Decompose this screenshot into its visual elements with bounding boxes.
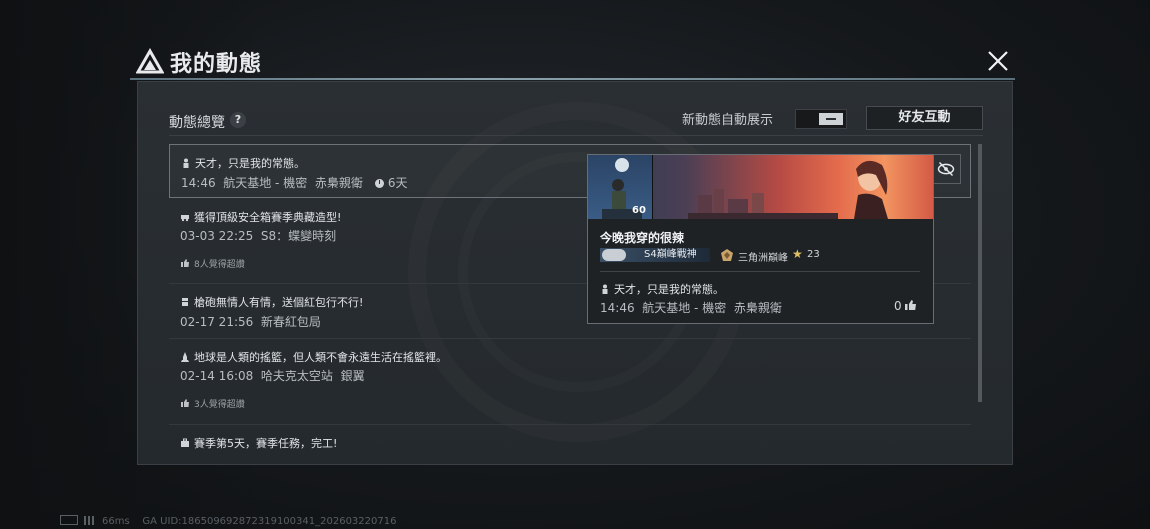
item-location: S8：蝶變時刻 (260, 229, 337, 243)
header-divider (130, 78, 1015, 80)
status-footer: 66ms GA UID:1865096928723191003​41_20260… (60, 515, 396, 527)
toggle-knob (819, 113, 843, 125)
item-time: 02-14 16:08 (180, 369, 254, 383)
like-count: 0 (894, 299, 902, 313)
city-skyline-image (688, 189, 838, 219)
card-time: 14:46 (600, 301, 635, 315)
list-item[interactable]: 賽季第5天，賽季任務，完工! (169, 426, 971, 464)
card-divider (600, 271, 920, 272)
help-icon[interactable]: ? (230, 112, 246, 128)
profile-card-popup[interactable]: 60 今晚我穿的很辣 S4巔峰戰神 三角洲巔峰 ★ 23 天才，只是我的常態。 … (587, 154, 934, 324)
clock-icon (374, 179, 384, 188)
title-label: 三角洲巔峰 (738, 253, 788, 264)
person-icon (183, 158, 189, 168)
item-location: 哈夫克太空站 (260, 369, 333, 383)
character-portrait-image (854, 160, 888, 219)
rocket-icon (181, 352, 189, 362)
battery-icon (60, 515, 78, 525)
card-extra: 赤梟親衛 (733, 301, 782, 315)
item-extra: 銀翼 (340, 369, 365, 383)
list-item[interactable]: 地球是人類的搖籃，但人類不會永遠生活在搖籃裡。 02-14 16:08 哈夫克太… (169, 340, 971, 422)
thumbs-up-icon (904, 300, 916, 310)
delta-logo-icon (136, 48, 164, 74)
player-level: 60 (632, 205, 646, 216)
item-text: 獲得頂級安全箱賽季典藏造型! (194, 211, 342, 224)
list-top-divider (169, 135, 983, 136)
item-time: 03-03 22:25 (180, 229, 254, 243)
list-scrollbar[interactable] (978, 144, 982, 402)
item-time: 14:46 (181, 176, 216, 190)
item-extra: 赤梟親衛 (314, 176, 363, 190)
rank-emblem-icon (602, 249, 626, 261)
hide-eye-icon[interactable] (931, 154, 961, 184)
thumbs-up-icon (181, 259, 189, 267)
rank-label: S4巔峰戰神 (644, 249, 697, 260)
like-button[interactable]: 0 (894, 299, 917, 313)
vehicle-icon (181, 215, 189, 222)
card-location: 航天基地 - 機密 (642, 301, 727, 315)
item-location: 航天基地 - 機密 (223, 176, 308, 190)
item-likes: 8人覺得超讚 (194, 260, 245, 270)
signal-icon (84, 516, 96, 525)
activity-panel: 動態總覽 ? 新動態自動展示 好友互動 天才，只是我的常態。 14:46 航天基… (137, 81, 1013, 465)
auto-show-label: 新動態自動展示 (682, 113, 774, 128)
overview-label: 動態總覽 (169, 115, 225, 131)
briefcase-icon (181, 438, 189, 447)
item-text: 槍砲無情人有情，送個紅包行不行! (194, 296, 364, 309)
profile-banner: 60 (588, 155, 933, 219)
auto-show-toggle[interactable] (795, 109, 847, 129)
ping-value: 66ms (102, 516, 130, 527)
peak-emblem-icon (721, 249, 733, 261)
item-text: 天才，只是我的常態。 (195, 157, 305, 170)
card-text: 天才，只是我的常態。 (614, 283, 724, 296)
uid-text: GA UID:1865096928723191003​41_2026032207… (142, 516, 397, 527)
window-header: 我的動態 (130, 44, 1015, 80)
item-divider (169, 338, 971, 339)
item-text: 地球是人類的搖籃，但人類不會永遠生活在搖籃裡。 (194, 351, 447, 364)
close-icon[interactable] (983, 46, 1013, 76)
rank-badge: S4巔峰戰神 (600, 248, 710, 262)
item-location: 新春紅包局 (260, 315, 321, 329)
redpacket-icon (182, 298, 188, 306)
thumbs-up-icon (181, 399, 189, 407)
item-time: 02-17 21:56 (180, 315, 254, 329)
player-name: 今晚我穿的很辣 (600, 231, 685, 245)
player-avatar: 60 (588, 155, 653, 219)
item-divider (169, 424, 971, 425)
item-duration: 6天 (387, 176, 408, 190)
item-likes: 3人覺得超讚 (194, 400, 245, 410)
person-icon (602, 284, 608, 294)
star-icon: ★ (792, 247, 803, 261)
friend-interaction-button[interactable]: 好友互動 (866, 106, 983, 130)
item-text: 賽季第5天，賽季任務，完工! (194, 437, 338, 450)
star-count: 23 (807, 249, 820, 260)
page-title: 我的動態 (170, 52, 263, 77)
